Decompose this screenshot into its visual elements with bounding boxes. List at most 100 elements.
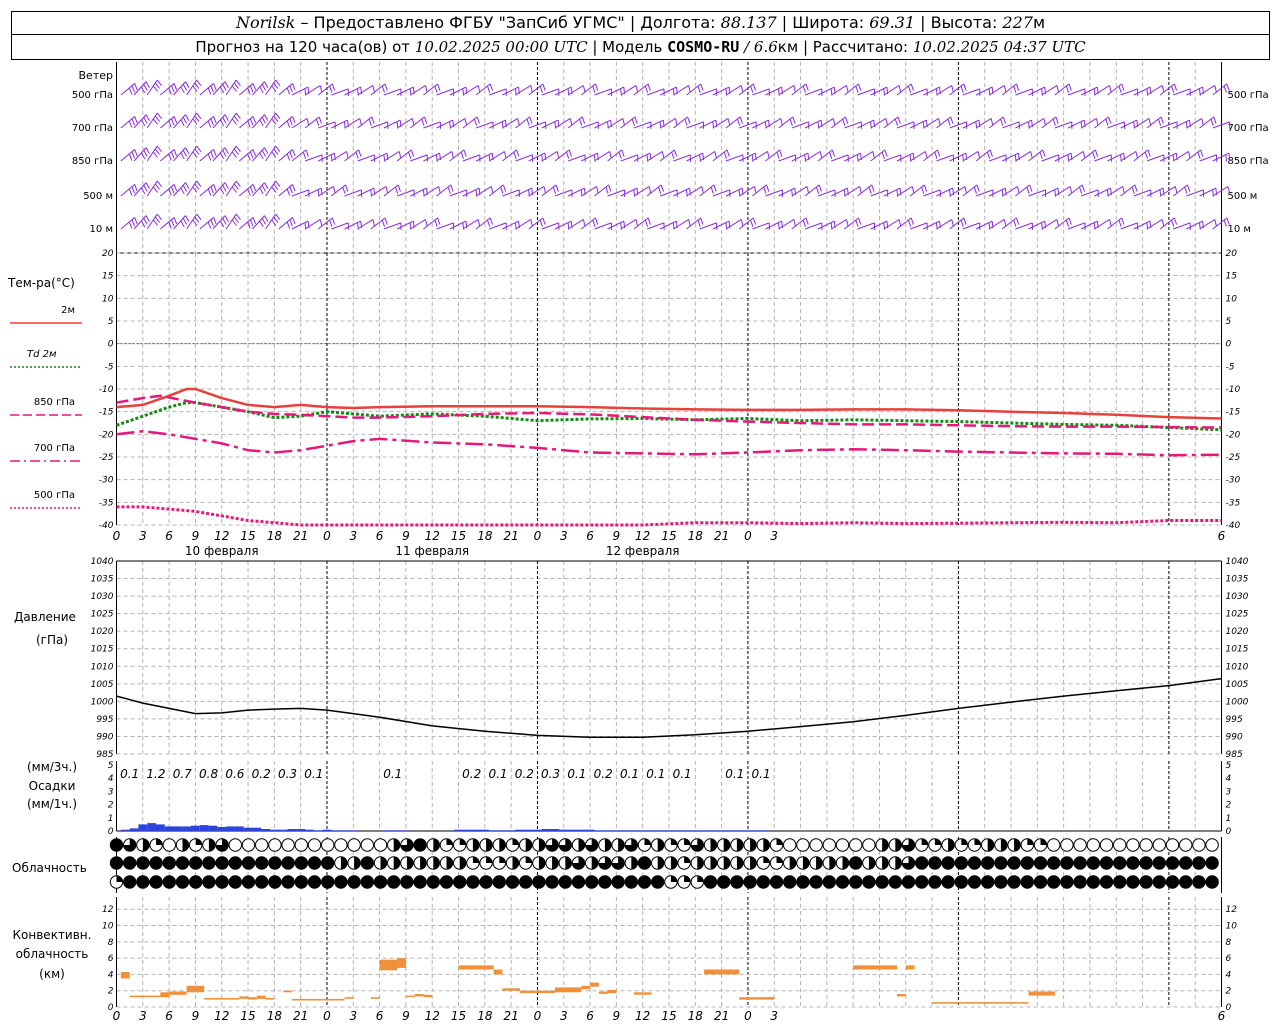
wind-barb-feather	[1201, 118, 1204, 126]
wind-barb-feather	[275, 180, 281, 187]
wind-barb-feather	[1095, 118, 1099, 126]
cloud-cover-symbol	[624, 875, 638, 889]
wind-barb-feather	[170, 118, 175, 126]
wind-barb-feather	[134, 217, 138, 225]
cloud-cover-symbol	[994, 856, 1008, 870]
cloud-cover-symbol	[1060, 838, 1074, 852]
wind-barb-staff	[1067, 151, 1084, 162]
conv-cloud-bar	[120, 972, 130, 979]
wind-barb-feather	[609, 151, 612, 159]
conv-cloud-bar	[897, 994, 906, 997]
wind-barb-feather	[1068, 217, 1072, 225]
hour-tick-label: 3	[349, 529, 357, 543]
wind-barb-feather	[271, 151, 277, 158]
cloud-fill	[433, 838, 440, 852]
cloud-circle	[294, 838, 308, 852]
hour-tick-label: 18	[267, 529, 283, 543]
precip-bar	[647, 830, 656, 831]
wind-barb-feather	[581, 116, 586, 124]
conv-cloud-bar	[129, 995, 161, 998]
hour-tick-label: 3	[139, 529, 147, 543]
cloud-circle	[783, 875, 797, 889]
conv-cloud-bar	[414, 994, 424, 997]
conv-hour-tick-label: 6	[376, 1009, 384, 1023]
wind-barb-feather	[235, 112, 241, 119]
hour-tick-label: 12	[425, 529, 440, 543]
wind-barb-feather	[289, 118, 293, 126]
wind-barb-feather	[530, 85, 533, 93]
wind-barb-feather	[213, 149, 217, 157]
cloud-fill	[697, 856, 704, 870]
conv-tick-left: 6	[108, 954, 114, 964]
wind-barb-feather	[1174, 186, 1178, 194]
wind-barb-staff	[304, 219, 321, 230]
cloud-cover-symbol	[1047, 875, 1061, 889]
precip-bar	[515, 829, 525, 831]
cloud-circle	[624, 875, 638, 889]
wind-barb-feather	[152, 118, 158, 125]
cloud-cover-symbol	[981, 838, 995, 852]
conv-hour-tick-label: 15	[451, 1009, 466, 1023]
cloud-cover-symbol	[690, 856, 704, 870]
conv-cloud-bar	[932, 1002, 1029, 1004]
wind-barb-feather	[180, 187, 185, 195]
wind-level-label: 700 гПа	[72, 123, 113, 134]
cloud-cover-symbol	[387, 856, 401, 870]
wind-barb-staff	[199, 184, 214, 197]
wind-barb-feather	[156, 79, 162, 86]
conv-hour-tick-label: 9	[613, 1009, 621, 1023]
cloud-cover-symbol	[334, 856, 348, 870]
cloud-cover-symbol	[611, 838, 625, 852]
wind-barb-staff	[475, 186, 492, 197]
cloud-cover-symbol	[545, 838, 559, 852]
wind-barb-staff	[146, 213, 158, 230]
wind-barb-feather	[318, 116, 323, 124]
conv-tick-left: 8	[108, 938, 114, 948]
cloud-fill	[961, 838, 968, 845]
wind-barb-feather	[552, 186, 557, 194]
cloud-cover-symbol	[136, 875, 150, 889]
precip-3h-label: 0.2	[515, 767, 534, 781]
temp-tick-right: 20	[1226, 249, 1238, 259]
wind-barb-feather	[275, 79, 281, 86]
wind-barb-feather	[1135, 151, 1138, 159]
cloud-cover-symbol	[611, 856, 625, 870]
wind-barb-feather	[802, 85, 806, 93]
conv-cloud-bar	[493, 969, 503, 975]
wind-barb-feather	[182, 184, 188, 192]
wind-barb-feather	[196, 180, 202, 187]
precip-bar	[454, 829, 463, 831]
cloud-cover-symbol	[637, 838, 652, 852]
cloud-circle	[1073, 856, 1087, 870]
temp-tick-right: -35	[1226, 498, 1241, 508]
cloud-cover-symbol	[439, 875, 454, 889]
wind-barb-feather	[185, 182, 190, 189]
cloud-cover-symbol	[215, 856, 229, 870]
wind-barb-staff	[449, 118, 466, 129]
precip-bar	[550, 829, 560, 831]
cloud-circle	[1205, 856, 1219, 870]
conv-cloud-bar	[239, 996, 249, 999]
wind-barb-staff	[633, 186, 650, 197]
cloud-cover-symbol	[400, 875, 414, 889]
precip-bar	[313, 830, 323, 831]
cloud-cover-symbol	[241, 838, 256, 852]
wind-barb-staff	[225, 213, 237, 230]
wind-barb-staff	[791, 186, 808, 197]
wind-barb-staff	[567, 219, 584, 230]
wind-barb-feather	[907, 85, 912, 93]
conv-tick-left: 12	[102, 905, 114, 915]
wind-barb-feather	[763, 186, 767, 194]
cloud-cover-symbol	[505, 856, 520, 870]
precip-bar	[208, 825, 218, 831]
conv-cloud-bar	[633, 992, 652, 995]
wind-barb-feather	[398, 151, 402, 159]
cloud-circle	[954, 856, 968, 870]
cloud-cover-symbol	[769, 856, 784, 870]
cloud-cover-symbol	[519, 838, 533, 852]
cloud-fill	[736, 856, 744, 870]
wind-barb-feather	[331, 83, 336, 91]
cloud-circle	[1113, 856, 1127, 870]
cloud-cover-symbol	[1113, 838, 1127, 852]
wind-barb-staff	[830, 219, 847, 230]
